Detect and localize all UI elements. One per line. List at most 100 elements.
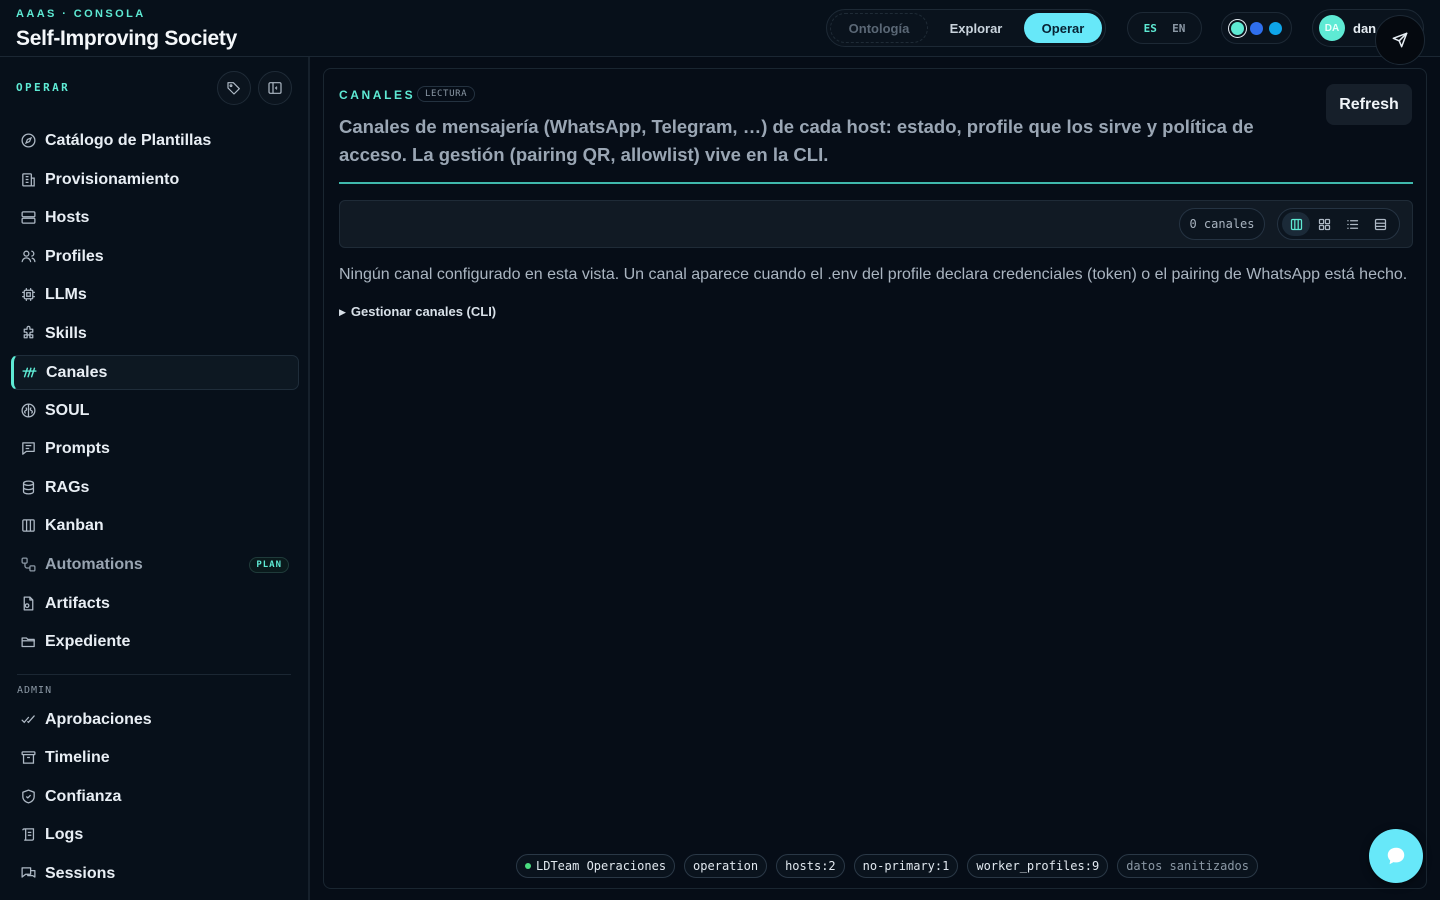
sidebar-item-label: Timeline	[45, 748, 110, 766]
sidebar-item-label: Catálogo de Plantillas	[45, 131, 212, 149]
theme-switch	[1221, 12, 1292, 44]
view-list-button[interactable]	[1339, 212, 1367, 236]
send-icon	[1392, 32, 1408, 48]
users-icon	[19, 248, 37, 266]
mode-switch: Ontología Explorar Operar	[826, 9, 1106, 47]
sidebar-item-canales[interactable]: Canales	[11, 355, 299, 390]
theme-blue-dot[interactable]	[1250, 21, 1263, 35]
context-chips: LDTeam Operaciones operation hosts:2 no-…	[516, 854, 1259, 878]
chip-label: datos sanitizados	[1126, 859, 1250, 873]
database-icon	[19, 479, 37, 497]
sidebar-item-label: LLMs	[45, 285, 87, 303]
sidebar-item-artifacts[interactable]: Artifacts	[11, 586, 299, 621]
brand-kicker: AAAS · CONSOLA	[16, 8, 146, 20]
caret-right-icon: ▶	[339, 307, 346, 317]
tags-icon	[227, 82, 240, 95]
shield-check-icon	[19, 788, 37, 806]
sidebar-item-expediente[interactable]: Expediente	[11, 624, 299, 659]
lang-es-button[interactable]: ES	[1144, 22, 1157, 35]
cli-toggle-label: Gestionar canales (CLI)	[350, 304, 497, 319]
tag-filter-button[interactable]	[217, 71, 251, 105]
sidebar-item-automations[interactable]: Automations PLAN	[11, 547, 299, 582]
workflow-icon	[19, 556, 37, 574]
view-table-button[interactable]	[1367, 212, 1395, 236]
sidebar-item-aprobaciones[interactable]: Aprobaciones	[11, 702, 299, 737]
chip-label: no-primary:1	[862, 859, 950, 873]
file-gear-icon	[19, 595, 37, 613]
sidebar-item-confianza[interactable]: Confianza	[11, 779, 299, 814]
building-icon	[19, 171, 37, 189]
channels-panel: CANALES LECTURA Canales de mensajería (W…	[323, 68, 1427, 889]
server-icon	[19, 209, 37, 227]
sidebar-item-skills[interactable]: Skills	[11, 316, 299, 351]
collapse-sidebar-button[interactable]	[258, 71, 292, 105]
chip-label: LDTeam Operaciones	[536, 859, 667, 873]
view-grid-button[interactable]	[1310, 212, 1338, 236]
page-title: CANALES	[339, 88, 416, 102]
sidebar-item-prompts[interactable]: Prompts	[11, 431, 299, 466]
sidebar-item-catalogo[interactable]: Catálogo de Plantillas	[11, 123, 299, 158]
check-check-icon	[19, 711, 37, 729]
lang-en-button[interactable]: EN	[1172, 22, 1185, 35]
messages-icon	[19, 865, 37, 883]
kanban-icon	[19, 517, 37, 535]
scroll-icon	[19, 826, 37, 844]
chip-label: worker_profiles:9	[976, 859, 1100, 873]
language-switch: ES EN	[1127, 12, 1202, 44]
sidebar-item-profiles[interactable]: Profiles	[11, 239, 299, 274]
avatar: DA	[1319, 15, 1345, 41]
sidebar-item-llms[interactable]: LLMs	[11, 277, 299, 312]
context-chip: operation	[684, 854, 768, 878]
mode-ontologia-button[interactable]: Ontología	[830, 13, 928, 43]
send-feedback-button[interactable]	[1375, 15, 1425, 65]
sidebar-item-label: Confianza	[45, 787, 122, 805]
sidebar-item-kanban[interactable]: Kanban	[11, 508, 299, 543]
brand-title: Self-Improving Society	[16, 27, 237, 50]
channel-count: 0 canales	[1179, 208, 1265, 240]
mode-operar-button[interactable]: Operar	[1024, 13, 1102, 43]
chat-button[interactable]	[1369, 829, 1423, 883]
plan-badge: PLAN	[249, 557, 289, 573]
context-chip: datos sanitizados	[1117, 854, 1259, 878]
sidebar-divider	[17, 674, 291, 675]
cli-management-toggle[interactable]: ▶ Gestionar canales (CLI)	[339, 304, 496, 319]
top-header: AAAS · CONSOLA Self-Improving Society On…	[0, 0, 1440, 57]
view-columns-button[interactable]	[1282, 212, 1311, 236]
sidebar-item-label: Hosts	[45, 208, 90, 226]
theme-sky-dot[interactable]	[1269, 21, 1282, 35]
list-icon	[1347, 219, 1359, 229]
table-icon	[1375, 218, 1387, 230]
columns-icon	[1290, 218, 1302, 230]
context-chip: worker_profiles:9	[967, 854, 1109, 878]
sidebar-item-timeline[interactable]: Timeline	[11, 740, 299, 775]
user-name: dan	[1353, 21, 1377, 36]
cpu-icon	[19, 286, 37, 304]
empty-state-message: Ningún canal configurado en esta vista. …	[339, 266, 1408, 283]
sidebar-item-provisionamiento[interactable]: Provisionamiento	[11, 162, 299, 197]
refresh-button[interactable]: Refresh	[1326, 84, 1412, 125]
mode-explorar-button[interactable]: Explorar	[928, 13, 1024, 43]
sidebar-item-label: Logs	[45, 825, 84, 843]
sidebar: OPERAR Catálogo de Plantillas Provisiona…	[0, 57, 310, 900]
chip-label: operation	[693, 859, 759, 873]
sidebar-admin-title: ADMIN	[17, 685, 53, 696]
message-square-icon	[19, 440, 37, 458]
sidebar-item-label: Automations	[45, 555, 143, 573]
sidebar-item-hosts[interactable]: Hosts	[11, 200, 299, 235]
sidebar-section-title: OPERAR	[16, 81, 71, 94]
panel-left-icon	[268, 82, 282, 94]
sidebar-item-label: Artifacts	[45, 594, 110, 612]
sidebar-item-label: SOUL	[45, 401, 90, 419]
sidebar-item-label: Canales	[46, 363, 108, 381]
chat-bubble-icon	[1387, 847, 1405, 865]
sidebar-item-label: Prompts	[45, 439, 110, 457]
page-description: Canales de mensajería (WhatsApp, Telegra…	[339, 116, 1254, 165]
theme-teal-dot[interactable]	[1231, 21, 1244, 35]
read-only-badge: LECTURA	[417, 86, 476, 102]
sidebar-item-soul[interactable]: SOUL	[11, 393, 299, 428]
sidebar-item-label: Provisionamiento	[45, 170, 180, 188]
archive-icon	[19, 749, 37, 767]
sidebar-item-rags[interactable]: RAGs	[11, 470, 299, 505]
sidebar-item-logs[interactable]: Logs	[11, 817, 299, 852]
sidebar-item-sessions[interactable]: Sessions	[11, 856, 299, 891]
